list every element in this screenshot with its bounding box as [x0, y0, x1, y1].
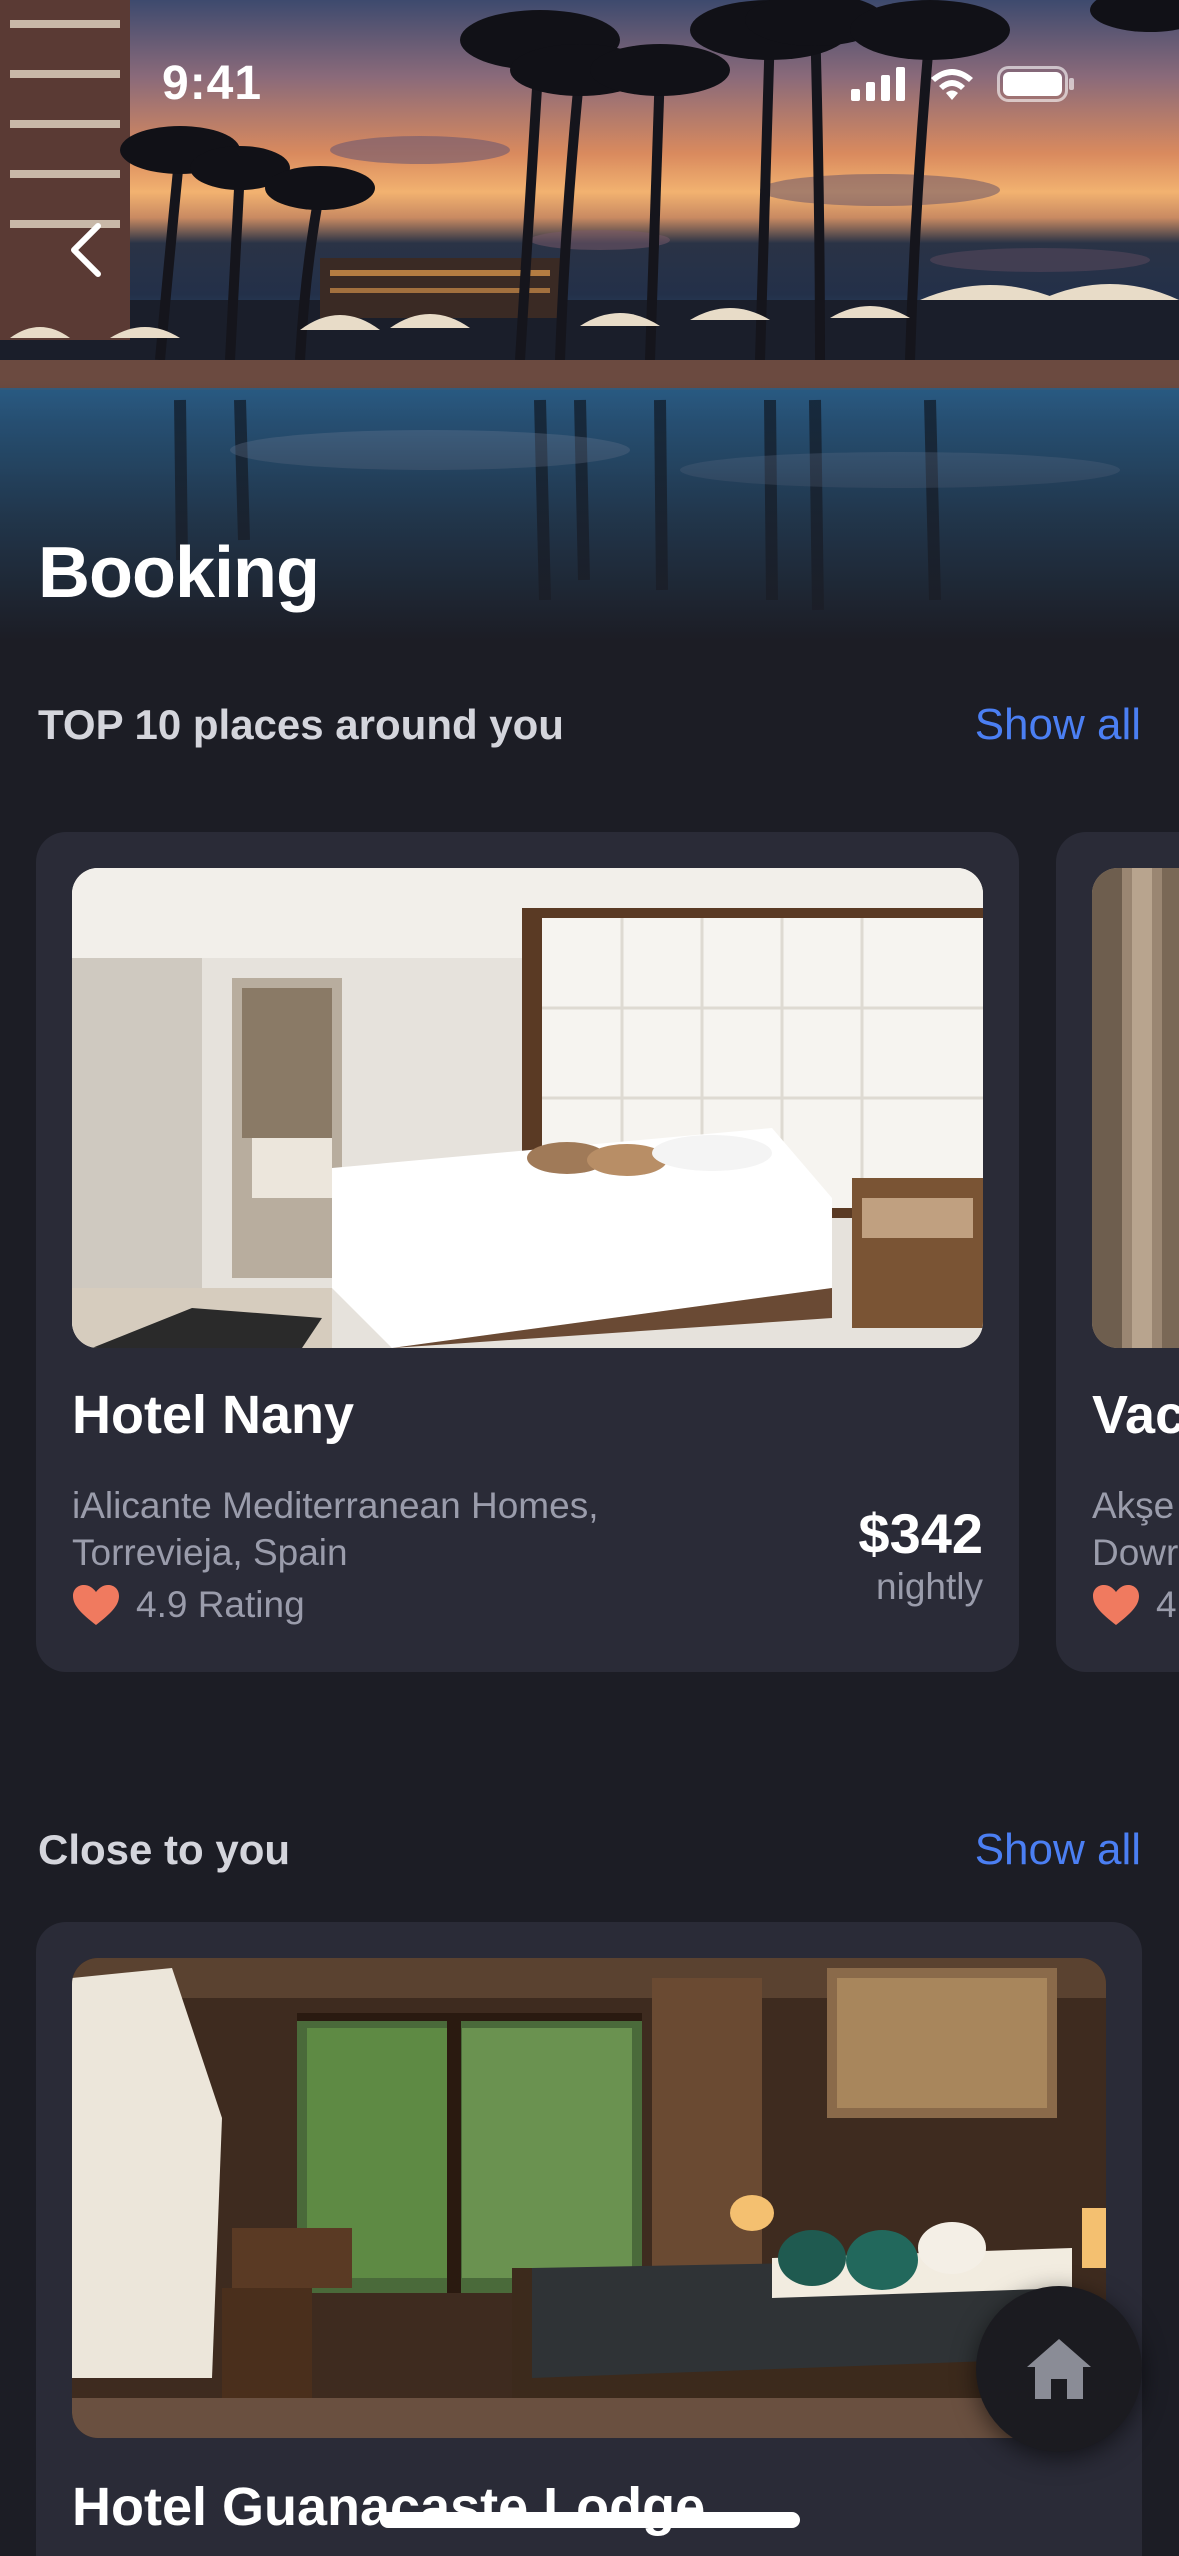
hotel-address: iAlicante Mediterranean Homes, Torreviej…	[72, 1485, 599, 1573]
cellular-signal-icon	[851, 67, 905, 101]
status-bar: 9:41	[0, 0, 1179, 170]
status-icons	[851, 66, 1075, 102]
hotel-photo	[72, 1958, 1106, 2438]
hotel-rating: 4.	[1092, 1584, 1179, 1626]
hotel-price: $342 nightly	[858, 1504, 983, 1610]
wifi-icon	[931, 69, 973, 100]
home-indicator	[380, 2512, 800, 2528]
hotel-rating: 4.9 Rating	[72, 1584, 305, 1626]
heart-icon	[1093, 1585, 1139, 1625]
status-time: 9:41	[162, 57, 263, 110]
show-all-top-places-link[interactable]: Show all	[975, 700, 1141, 750]
hotel-name: Vac	[1092, 1385, 1179, 1445]
show-all-close-to-you-link[interactable]: Show all	[975, 1825, 1141, 1875]
price-value: $342	[858, 1502, 983, 1565]
hotel-room-photo	[72, 868, 983, 1348]
hotel-address: Akşe Dowr	[1092, 1482, 1179, 1576]
address-line: Dowr	[1092, 1532, 1179, 1573]
back-button[interactable]	[56, 210, 116, 290]
rating-text: 4.9 Rating	[136, 1584, 305, 1625]
hotel-card[interactable]: Hotel Guanacaste Lodge	[36, 1922, 1142, 2556]
hotel-name: Hotel Nany	[72, 1385, 355, 1445]
hotel-room-photo	[1092, 868, 1179, 1348]
price-unit: nightly	[876, 1566, 983, 1607]
top-places-section-header: TOP 10 places around you Show all	[38, 700, 1141, 750]
hotel-card[interactable]: Vac Akşe Dowr 4.	[1056, 832, 1179, 1672]
hotel-room-photo	[72, 1958, 1106, 2438]
home-button[interactable]	[976, 2286, 1142, 2452]
battery-icon	[997, 66, 1074, 102]
hotel-photo	[72, 868, 983, 1348]
hotel-name: Hotel Guanacaste Lodge	[72, 2477, 706, 2537]
hotel-photo	[1092, 868, 1179, 1348]
hero-image: 9:41 Booking	[0, 0, 1179, 640]
home-icon	[1027, 2339, 1091, 2399]
rating-text: 4.	[1156, 1584, 1179, 1625]
section-title-close-to-you: Close to you	[38, 1826, 291, 1873]
heart-icon	[73, 1585, 119, 1625]
chevron-left-icon	[71, 223, 101, 277]
close-to-you-section-header: Close to you Show all	[38, 1825, 1141, 1875]
page-title: Booking	[38, 533, 320, 613]
section-title-top-places: TOP 10 places around you	[38, 701, 564, 748]
address-line: Akşe	[1092, 1485, 1175, 1526]
booking-screen: 9:41 Booking TOP 10 places around you Sh…	[0, 0, 1179, 2556]
hotel-card[interactable]: Hotel Nany iAlicante Mediterranean Homes…	[36, 832, 1019, 1672]
